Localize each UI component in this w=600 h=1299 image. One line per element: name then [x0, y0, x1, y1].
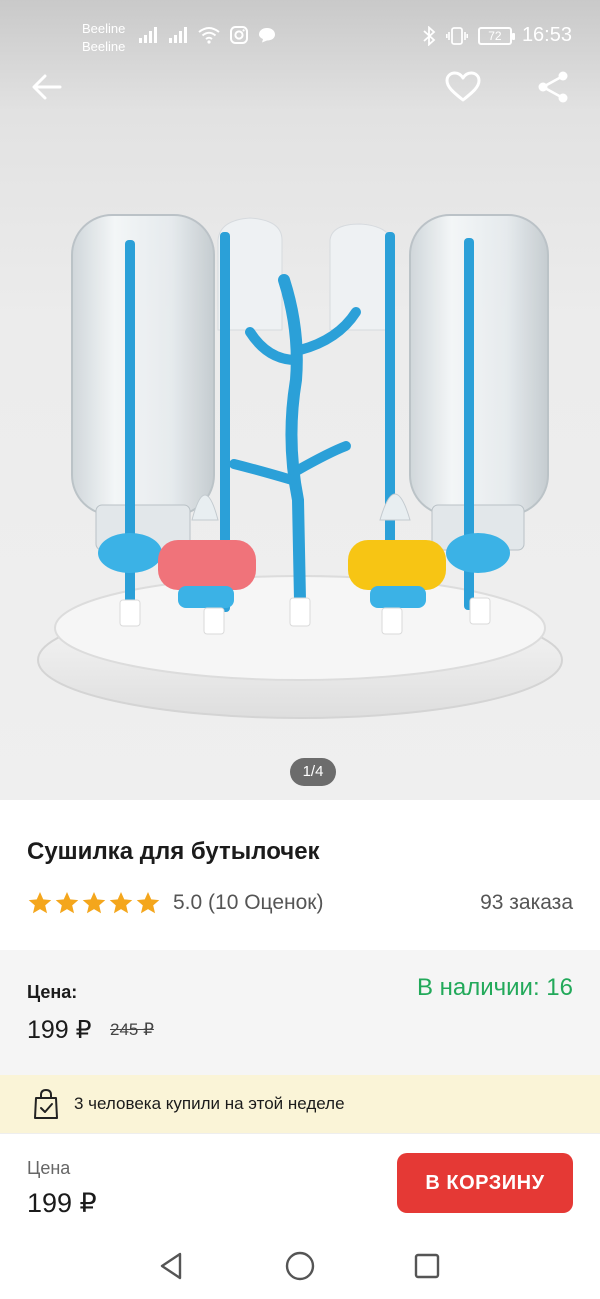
message-icon — [259, 28, 275, 43]
star-icon — [109, 891, 133, 914]
buy-bar-price: 199 ₽ — [27, 1188, 97, 1218]
image-pager: 1/4 — [290, 758, 336, 786]
shopping-bag-check-icon — [34, 1088, 58, 1119]
product-photo — [37, 214, 563, 719]
product-title: Сушилка для бутылочек — [27, 838, 320, 865]
add-to-cart-button[interactable]: В КОРЗИНУ — [397, 1153, 573, 1213]
old-price: 245 ₽ — [110, 1020, 154, 1039]
price-section: Цена: 199 ₽ 245 ₽ В наличии: 16 — [0, 950, 600, 1075]
carrier-2: Beeline — [82, 39, 126, 54]
buy-bar-price-label: Цена — [27, 1158, 71, 1178]
share-icon — [538, 71, 568, 103]
notice-text: 3 человека купили на этой неделе — [74, 1094, 345, 1113]
system-nav-bar — [0, 1233, 600, 1299]
current-price: 199 ₽ — [27, 1016, 92, 1044]
nav-back-button[interactable] — [154, 1249, 188, 1283]
battery-indicator: 72 — [477, 26, 515, 45]
signal-icon — [169, 27, 187, 43]
vibrate-icon — [445, 26, 468, 45]
favorite-button[interactable] — [438, 62, 488, 112]
back-button[interactable] — [22, 62, 72, 112]
price-label: Цена: — [27, 982, 78, 1002]
status-icons-right: 72 16:53 — [422, 24, 572, 47]
buy-bar: Цена 199 ₽ В КОРЗИНУ — [0, 1133, 600, 1233]
share-button[interactable] — [528, 62, 578, 112]
star-icon — [82, 891, 106, 914]
status-bar: Beeline Beeline 72 16:53 — [0, 0, 600, 70]
rating-stars — [27, 890, 161, 916]
carrier-names: Beeline Beeline — [82, 20, 125, 56]
purchase-notice: 3 человека купили на этой неделе — [0, 1075, 600, 1133]
nav-recent-button[interactable] — [410, 1249, 444, 1283]
arrow-left-icon — [32, 74, 62, 100]
instagram-icon — [230, 26, 248, 44]
product-info: Сушилка для бутылочек 5.0 (10 Оценок) 93… — [0, 800, 600, 950]
orders-count: 93 заказа — [480, 891, 573, 914]
star-icon — [55, 891, 79, 914]
star-icon — [136, 891, 160, 914]
star-icon — [28, 891, 52, 914]
stock-status: В наличии: 16 — [416, 974, 573, 1001]
carrier-1: Beeline — [82, 21, 126, 36]
status-icons-left — [138, 26, 276, 44]
rating-text: 5.0 (10 Оценок) — [173, 891, 324, 914]
wifi-icon — [198, 27, 220, 44]
product-image-gallery[interactable]: Beeline Beeline 72 16:53 1/4 — [0, 0, 600, 800]
bluetooth-icon — [423, 25, 436, 46]
circle-home-icon — [285, 1251, 315, 1281]
rating-row[interactable]: 5.0 (10 Оценок) 93 заказа — [27, 888, 573, 918]
square-recent-icon — [414, 1253, 440, 1279]
nav-home-button[interactable] — [283, 1249, 317, 1283]
heart-icon — [445, 71, 481, 102]
triangle-back-icon — [160, 1252, 182, 1280]
signal-icon — [139, 27, 157, 43]
clock: 16:53 — [521, 24, 572, 46]
